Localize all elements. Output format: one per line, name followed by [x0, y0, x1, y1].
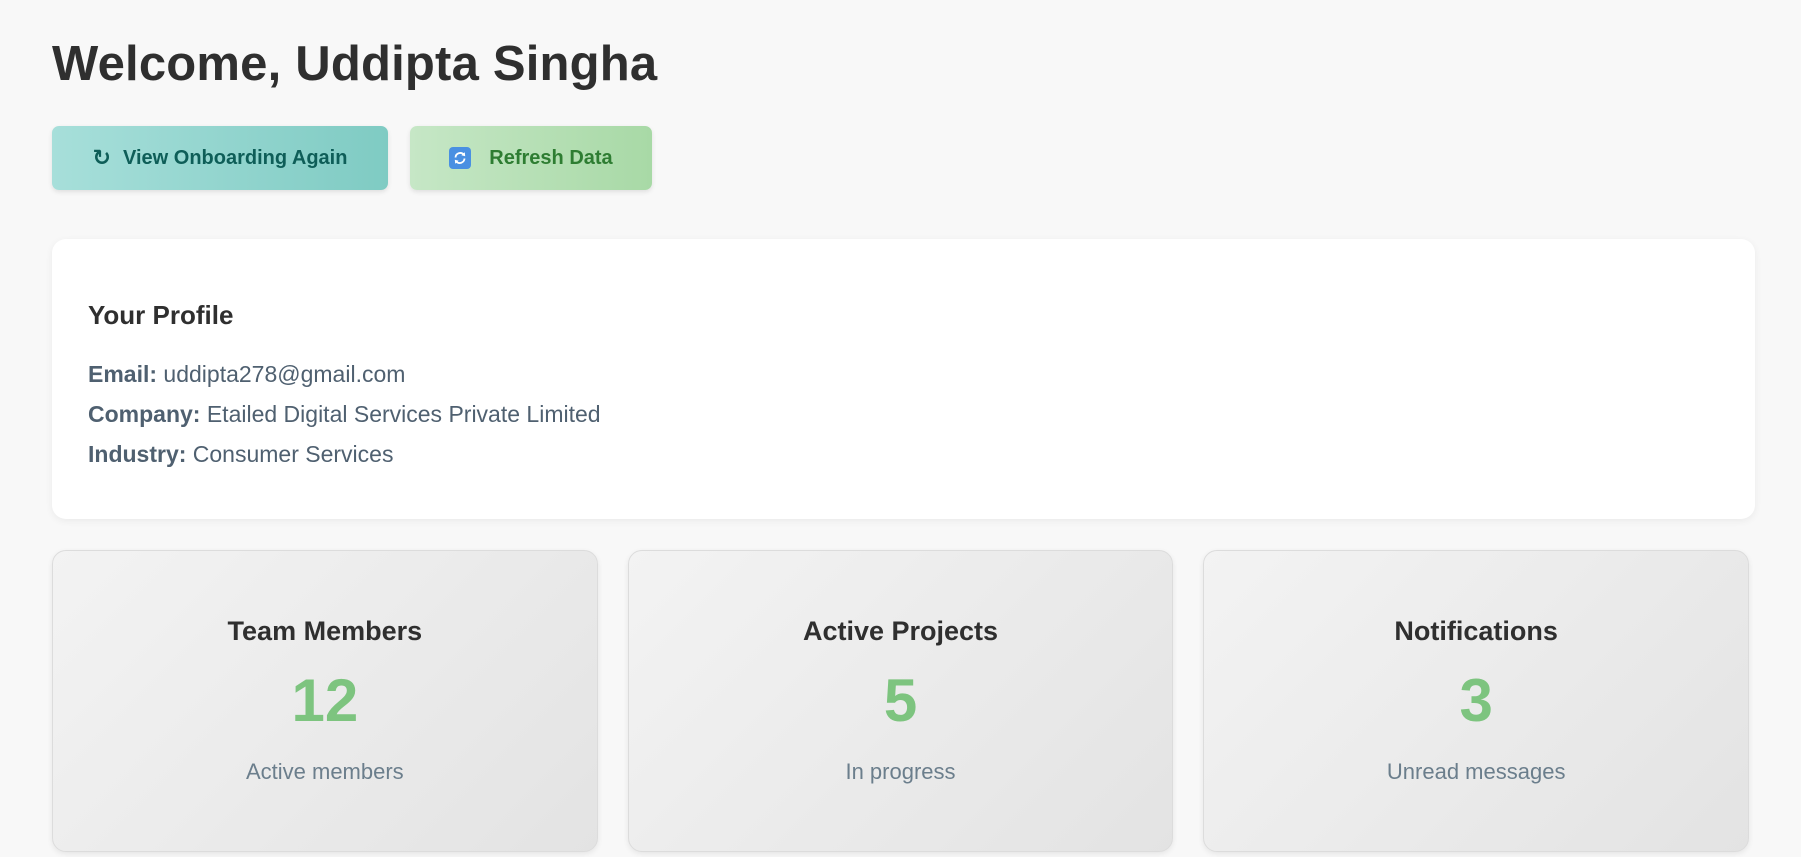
stat-subtitle: In progress: [845, 758, 956, 784]
profile-email-row: Email: uddipta278@gmail.com: [88, 354, 1719, 394]
page-title: Welcome, Uddipta Singha: [52, 37, 658, 91]
stat-title: Team Members: [227, 616, 423, 646]
stat-card-team-members: Team Members 12 Active members: [52, 550, 598, 852]
stat-subtitle: Active members: [245, 758, 404, 784]
stat-value: 3: [1459, 666, 1493, 734]
dashboard-page: Welcome, Uddipta Singha ↻ View Onboardin…: [0, 0, 1801, 857]
refresh-icon: [449, 147, 472, 169]
refresh-data-button[interactable]: Refresh Data: [410, 126, 652, 190]
reload-icon: ↻: [92, 145, 111, 170]
refresh-data-label: Refresh Data: [489, 146, 613, 169]
stat-card-active-projects: Active Projects 5 In progress: [627, 550, 1174, 852]
profile-company-row: Company: Etailed Digital Services Privat…: [88, 394, 1719, 434]
email-label: Email:: [88, 360, 158, 387]
view-onboarding-label: View Onboarding Again: [122, 146, 348, 169]
stat-value: 12: [291, 666, 359, 734]
stat-subtitle: Unread messages: [1386, 758, 1566, 784]
stat-title: Active Projects: [802, 616, 999, 646]
stat-title: Notifications: [1394, 616, 1558, 646]
stat-card-notifications: Notifications 3 Unread messages: [1203, 550, 1750, 852]
company-value: Etailed Digital Services Private Limited: [206, 400, 601, 427]
action-bar: ↻ View Onboarding Again Refresh Data: [52, 126, 1749, 190]
profile-title: Your Profile: [88, 300, 234, 330]
industry-label: Industry:: [88, 440, 187, 467]
stats-grid: Team Members 12 Active members Active Pr…: [52, 550, 1750, 852]
profile-industry-row: Industry: Consumer Services: [88, 434, 1719, 474]
profile-card: Your Profile Email: uddipta278@gmail.com…: [52, 239, 1755, 519]
view-onboarding-button[interactable]: ↻ View Onboarding Again: [52, 126, 388, 190]
email-value: uddipta278@gmail.com: [163, 360, 406, 387]
industry-value: Consumer Services: [192, 440, 394, 467]
company-label: Company:: [88, 400, 201, 427]
stat-value: 5: [883, 666, 918, 734]
